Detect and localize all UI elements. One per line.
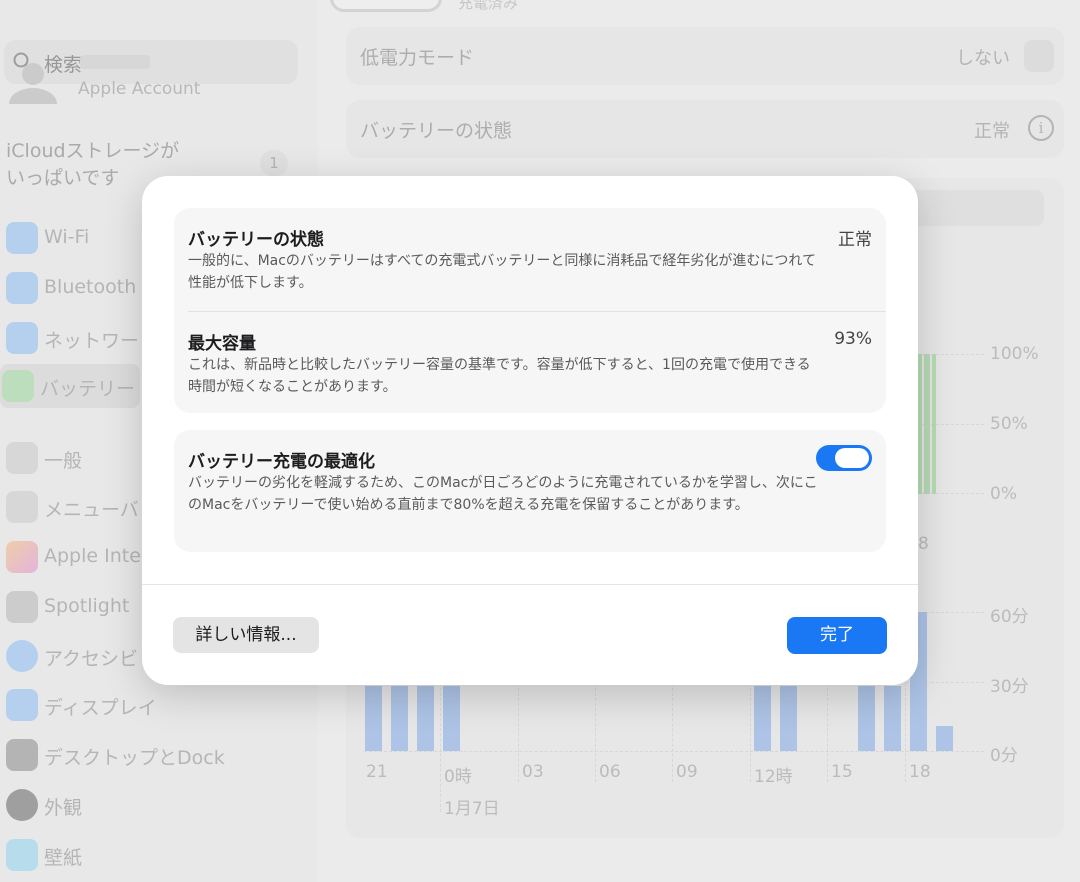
battery-info-group: バッテリーの状態 正常 一般的に、Macのバッテリーはすべての充電式バッテリーと…	[174, 208, 886, 413]
optimized-charging-description: バッテリーの劣化を軽減するため、このMacが日ごろどのように充電されているかを学…	[188, 475, 818, 513]
sheet-divider	[142, 584, 918, 585]
health-title: バッテリーの状態	[188, 230, 324, 250]
done-button[interactable]: 完了	[787, 617, 887, 654]
battery-health-sheet: バッテリーの状態 正常 一般的に、Macのバッテリーはすべての充電式バッテリーと…	[142, 176, 918, 685]
separator	[188, 311, 886, 312]
max-capacity-title: 最大容量	[188, 334, 256, 354]
max-capacity-description: これは、新品時と比較したバッテリー容量の基準です。容量が低下すると、1回の充電で…	[188, 357, 811, 395]
optimized-charging-group: バッテリー充電の最適化 バッテリーの劣化を軽減するため、このMacが日ごろどのよ…	[174, 430, 886, 552]
more-info-button[interactable]: 詳しい情報...	[173, 617, 319, 653]
health-description: 一般的に、Macのバッテリーはすべての充電式バッテリーと同様に消耗品で経年劣化が…	[188, 253, 816, 291]
max-capacity-value: 93%	[834, 329, 872, 349]
optimized-charging-title: バッテリー充電の最適化	[188, 452, 375, 472]
optimized-charging-toggle[interactable]	[816, 445, 872, 471]
health-value: 正常	[838, 230, 872, 250]
toggle-knob	[835, 448, 869, 468]
